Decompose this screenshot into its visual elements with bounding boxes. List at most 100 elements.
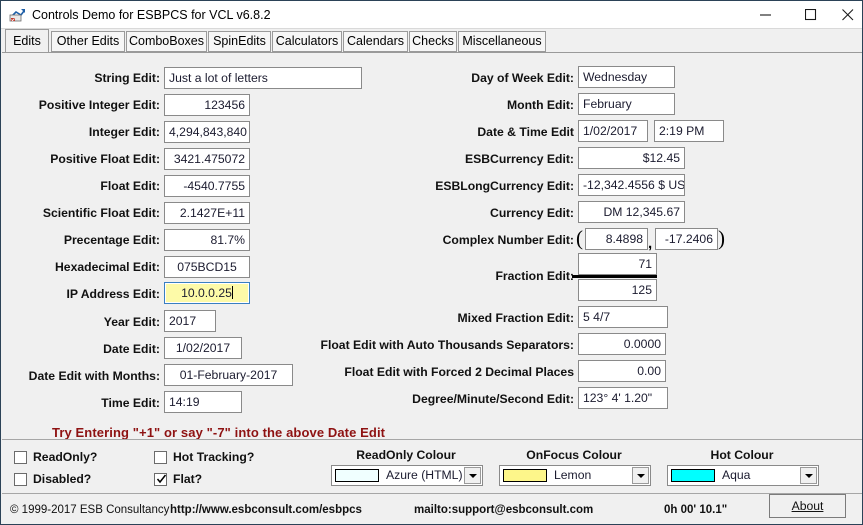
label-currency-edit: Currency Edit:: [362, 206, 574, 220]
onfocus-colour-title: OnFocus Colour: [498, 448, 650, 462]
checkbox-readonly-label: ReadOnly?: [33, 450, 97, 465]
label-date-edit: Date Edit:: [2, 342, 160, 356]
float-auto-thousands-separators-input[interactable]: 0.0000: [578, 333, 666, 355]
label-scientific-float-edit: Scientific Float Edit:: [2, 206, 160, 220]
year-edit-input[interactable]: 2017: [164, 310, 216, 332]
date-edit-hint: Try Entering "+1" or say "-7" into the a…: [52, 425, 385, 440]
float-forced-2-decimal-places-input[interactable]: 0.00: [578, 360, 666, 382]
onfocus-colour-swatch: [503, 469, 547, 482]
tab-comboboxes[interactable]: ComboBoxes: [126, 31, 207, 52]
tab-spinedits[interactable]: SpinEdits: [208, 31, 271, 52]
date-time-edit-date-input[interactable]: 1/02/2017: [578, 120, 648, 142]
time-edit-input[interactable]: 14:19: [164, 391, 242, 413]
onfocus-colour-value: Lemon: [554, 467, 591, 484]
label-float-forced-2-decimal-places: Float Edit with Forced 2 Decimal Places: [272, 365, 574, 379]
tab-checks[interactable]: Checks: [409, 31, 457, 52]
chevron-down-icon[interactable]: [632, 467, 649, 484]
complex-real-input[interactable]: 8.4898: [585, 228, 648, 250]
hexadecimal-edit-input[interactable]: 075BCD15: [164, 256, 250, 278]
fraction-numerator-input[interactable]: 71: [578, 253, 657, 275]
esblongcurrency-edit-input[interactable]: -12,342.4556 $ USD: [578, 174, 685, 196]
about-button-label: About: [792, 499, 824, 513]
chevron-down-icon[interactable]: [800, 467, 817, 484]
complex-separator: ,: [648, 233, 652, 255]
checkbox-disabled-label: Disabled?: [33, 472, 91, 487]
label-mixed-fraction-edit: Mixed Fraction Edit:: [362, 311, 574, 325]
label-day-of-week-edit: Day of Week Edit:: [362, 71, 574, 85]
ip-address-edit-value: 10.0.0.25: [181, 286, 232, 300]
label-fraction-edit: Fraction Edit:: [362, 269, 574, 283]
date-edit-input[interactable]: 1/02/2017: [164, 337, 242, 359]
checkbox-hot-tracking-label: Hot Tracking?: [173, 450, 254, 465]
about-button[interactable]: About: [769, 494, 846, 518]
label-date-edit-with-months: Date Edit with Months:: [2, 369, 160, 383]
elapsed-time: 0h 00' 10.1": [664, 503, 727, 517]
checkbox-flat-label: Flat?: [173, 472, 202, 487]
title-bar: Controls Demo for ESBPCS for VCL v6.8.2: [1, 1, 862, 29]
positive-float-edit-input[interactable]: 3421.475072: [164, 148, 250, 170]
readonly-colour-swatch: [335, 469, 379, 482]
float-edit-input[interactable]: -4540.7755: [164, 175, 250, 197]
website-link[interactable]: http://www.esbconsult.com/esbpcs: [170, 503, 362, 517]
label-esbcurrency-edit: ESBCurrency Edit:: [362, 152, 574, 166]
positive-integer-edit-input[interactable]: 123456: [164, 94, 250, 116]
close-icon[interactable]: [833, 1, 863, 28]
readonly-colour-title: ReadOnly Colour: [330, 448, 482, 462]
tab-calendars[interactable]: Calendars: [343, 31, 408, 52]
onfocus-colour-combobox[interactable]: Lemon: [499, 465, 651, 486]
label-date-time-edit: Date & Time Edit: [362, 125, 574, 139]
label-percentage-edit: Precentage Edit:: [2, 233, 160, 247]
tab-strip: Edits Other Edits ComboBoxes SpinEdits C…: [2, 29, 862, 53]
app-window: Controls Demo for ESBPCS for VCL v6.8.2 …: [0, 0, 863, 525]
fraction-denominator-input[interactable]: 125: [578, 279, 657, 301]
string-edit-input[interactable]: Just a lot of letters: [164, 67, 362, 89]
complex-open-paren: (: [576, 227, 583, 249]
hot-colour-swatch: [671, 469, 715, 482]
integer-edit-input[interactable]: 4,294,843,840: [164, 121, 250, 143]
label-hexadecimal-edit: Hexadecimal Edit:: [2, 260, 160, 274]
degree-minute-second-edit-input[interactable]: 123° 4' 1.20": [578, 387, 668, 409]
app-icon: [9, 6, 27, 24]
label-year-edit: Year Edit:: [2, 315, 160, 329]
tab-calculators[interactable]: Calculators: [272, 31, 342, 52]
readonly-colour-value: Azure (HTML): [386, 467, 463, 484]
readonly-colour-combobox[interactable]: Azure (HTML): [331, 465, 483, 486]
edits-panel: String Edit: Just a lot of letters Posit…: [2, 53, 862, 439]
hot-colour-combobox[interactable]: Aqua: [667, 465, 819, 486]
tab-miscellaneous[interactable]: Miscellaneous: [458, 31, 546, 52]
date-time-edit-time-input[interactable]: 2:19 PM: [654, 120, 724, 142]
checkmark-icon: [155, 472, 168, 486]
chevron-down-icon[interactable]: [464, 467, 481, 484]
options-panel: ReadOnly? Disabled? Hot Tracking? Flat? …: [2, 439, 862, 493]
label-float-edit: Float Edit:: [2, 179, 160, 193]
label-complex-number-edit: Complex Number Edit:: [342, 233, 574, 247]
text-caret: [232, 286, 233, 299]
hot-colour-title: Hot Colour: [666, 448, 818, 462]
tab-edits[interactable]: Edits: [5, 29, 49, 54]
complex-imag-input[interactable]: -17.2406: [655, 228, 718, 250]
minimize-icon[interactable]: [743, 1, 788, 28]
label-positive-float-edit: Positive Float Edit:: [2, 152, 160, 166]
month-edit-input[interactable]: February: [578, 93, 675, 115]
label-month-edit: Month Edit:: [362, 98, 574, 112]
percentage-edit-input[interactable]: 81.7%: [164, 229, 250, 251]
esbcurrency-edit-input[interactable]: $12.45: [578, 147, 685, 169]
fraction-bar: [572, 275, 657, 278]
status-bar: © 1999-2017 ESB Consultancy http://www.e…: [2, 493, 862, 524]
label-integer-edit: Integer Edit:: [2, 125, 160, 139]
mixed-fraction-edit-input[interactable]: 5 4/7: [578, 306, 668, 328]
copyright-text: © 1999-2017 ESB Consultancy: [10, 503, 169, 517]
day-of-week-edit-input[interactable]: Wednesday: [578, 66, 675, 88]
label-string-edit: String Edit:: [2, 71, 160, 85]
hot-colour-value: Aqua: [722, 467, 750, 484]
scientific-float-edit-input[interactable]: 2.1427E+11: [164, 202, 250, 224]
maximize-icon[interactable]: [788, 1, 833, 28]
tab-other-edits[interactable]: Other Edits: [51, 31, 125, 52]
label-esblongcurrency-edit: ESBLongCurrency Edit:: [362, 179, 574, 193]
label-ip-address-edit: IP Address Edit:: [2, 287, 160, 301]
window-title: Controls Demo for ESBPCS for VCL v6.8.2: [32, 6, 271, 24]
label-time-edit: Time Edit:: [2, 396, 160, 410]
currency-edit-input[interactable]: DM 12,345.67: [578, 201, 685, 223]
email-link[interactable]: mailto:support@esbconsult.com: [414, 503, 593, 517]
ip-address-edit-input[interactable]: 10.0.0.25: [164, 282, 250, 304]
